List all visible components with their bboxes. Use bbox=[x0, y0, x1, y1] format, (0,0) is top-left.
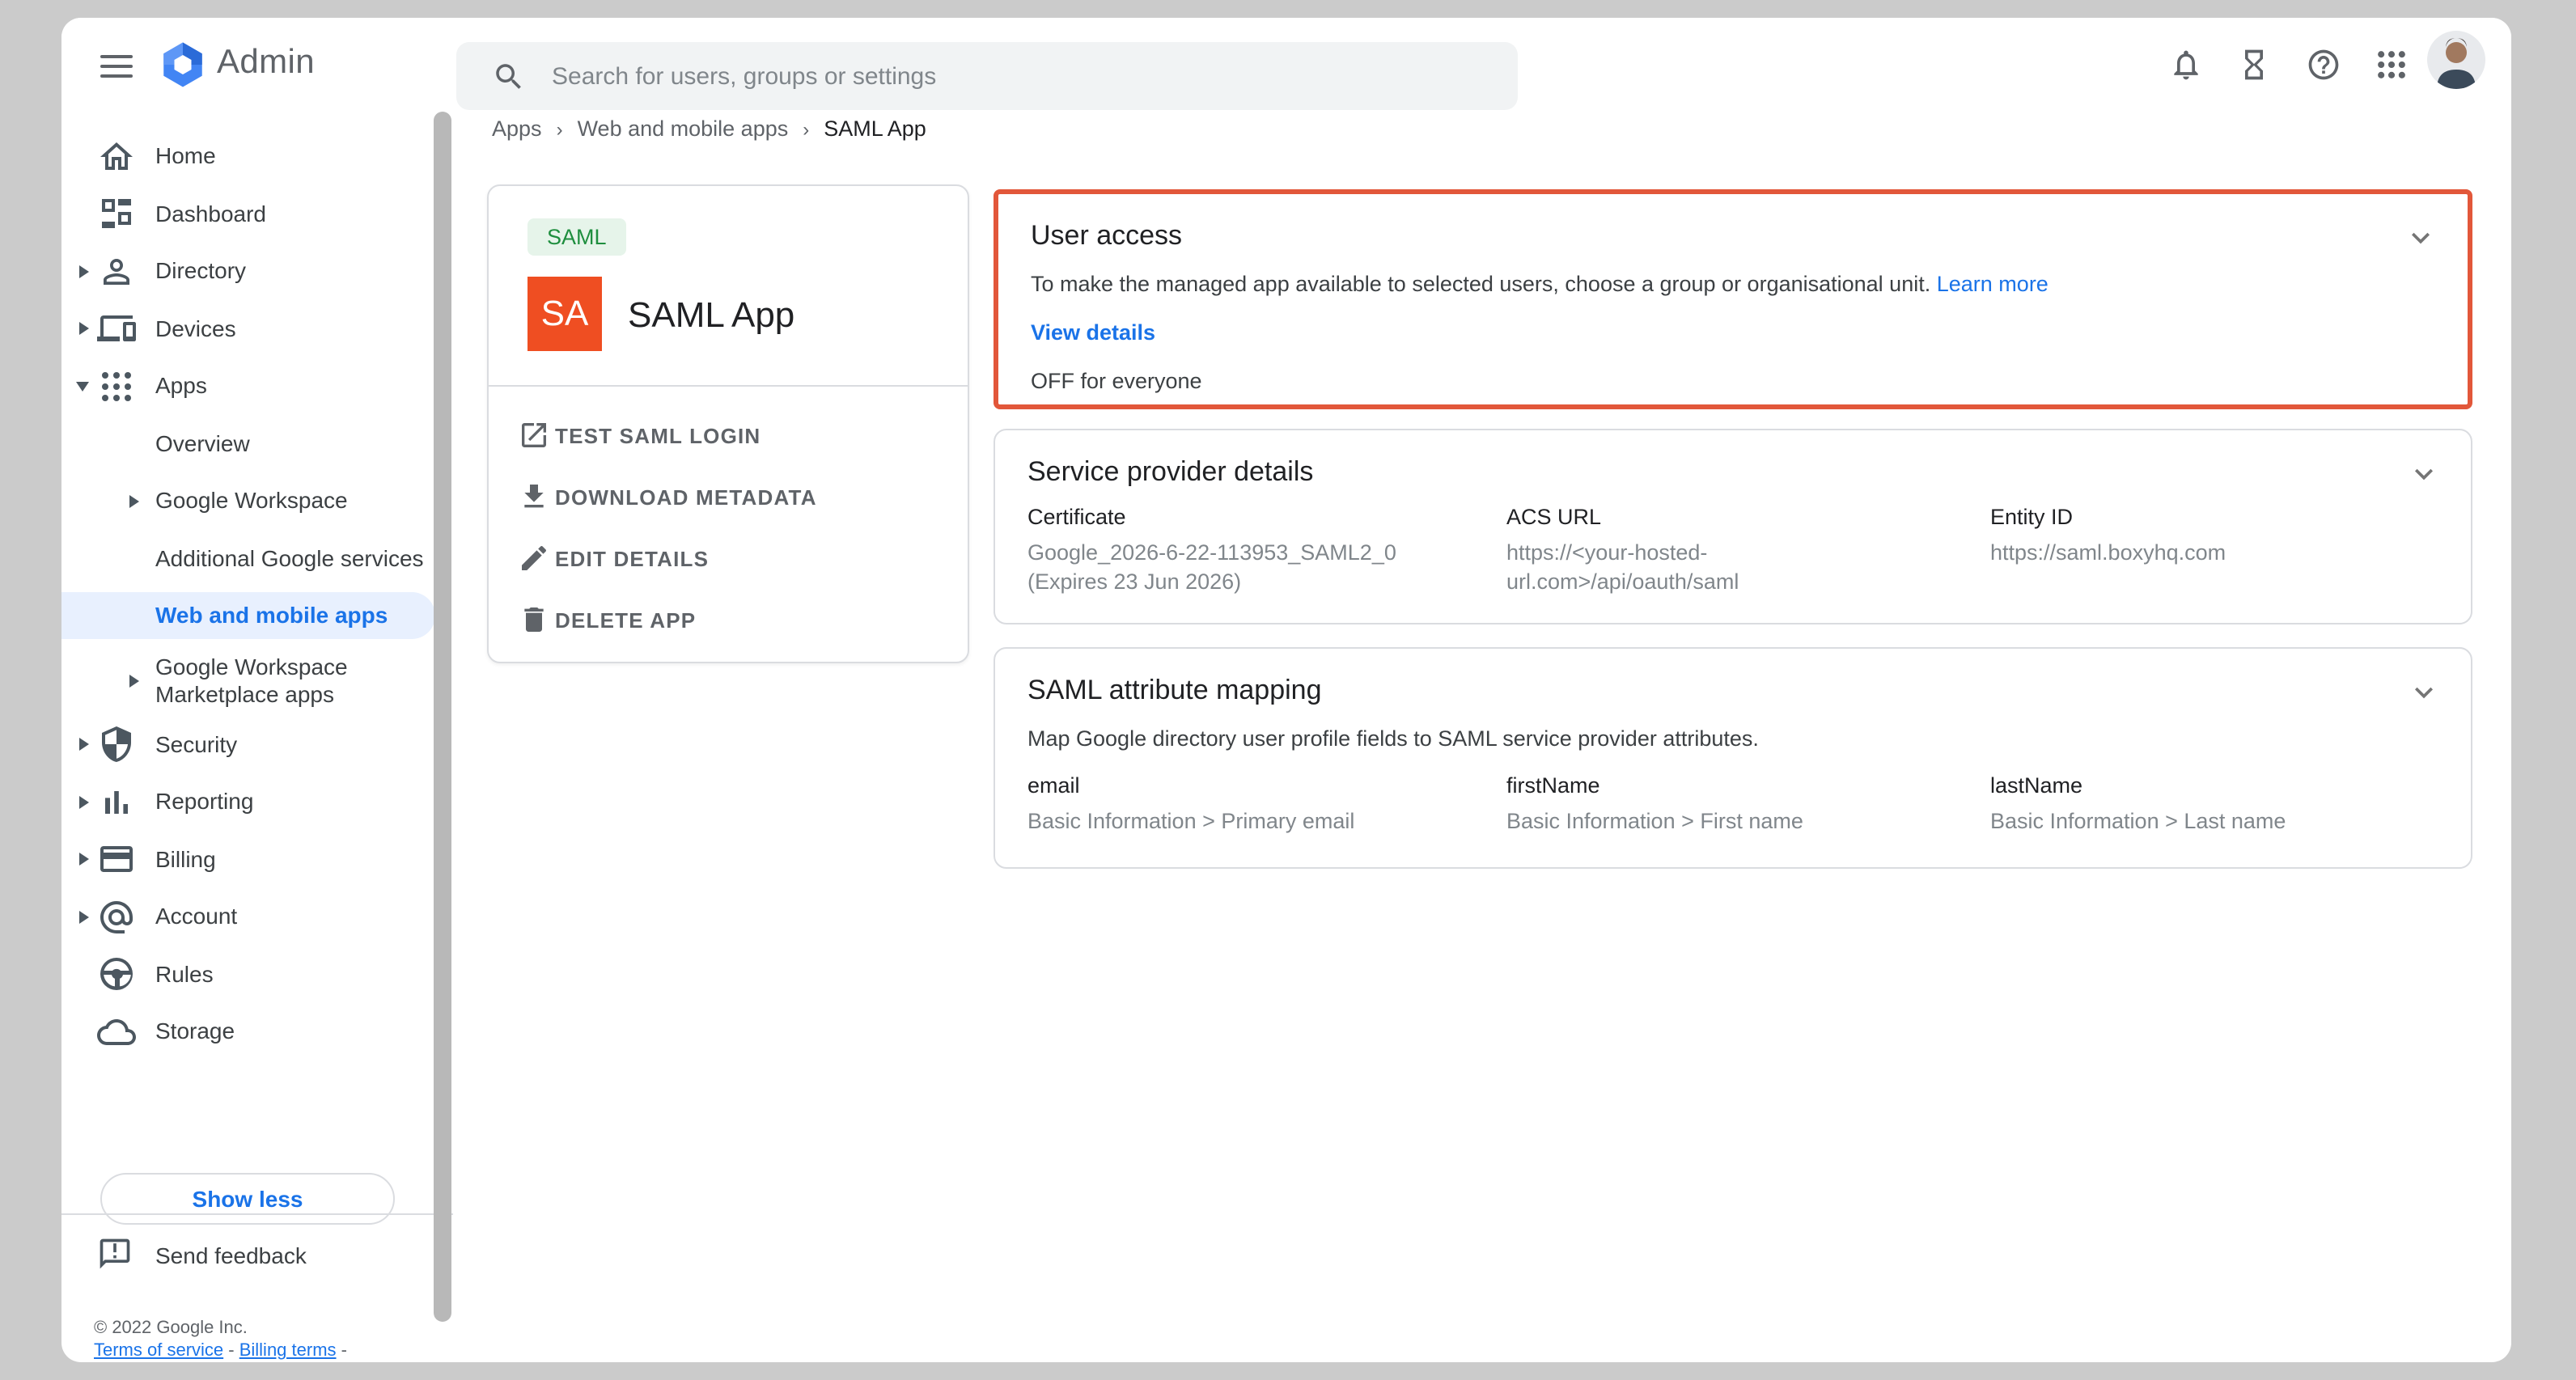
copyright-text: © 2022 Google Inc. bbox=[94, 1319, 248, 1338]
menu-icon[interactable] bbox=[100, 49, 133, 81]
user-access-card: User access To make the managed app avai… bbox=[994, 189, 2472, 409]
sidebar-item-rules[interactable]: Rules bbox=[61, 946, 453, 1003]
sidebar-item-reporting[interactable]: Reporting bbox=[61, 773, 453, 831]
app-title: SAML App bbox=[628, 294, 794, 337]
storage-cloud-icon bbox=[97, 1013, 136, 1052]
user-access-title: User access bbox=[998, 194, 2468, 252]
expand-down-icon[interactable] bbox=[76, 382, 89, 392]
expand-right-icon[interactable] bbox=[79, 911, 89, 924]
billing-terms-link[interactable]: Billing terms bbox=[239, 1341, 337, 1361]
terms-of-service-link[interactable]: Terms of service bbox=[94, 1341, 223, 1361]
app-info-card: SAML SA SAML App TEST SAML LOGIN DOWNLOA… bbox=[487, 184, 969, 663]
search-icon bbox=[492, 59, 526, 93]
rules-steering-wheel-icon bbox=[97, 955, 136, 994]
directory-person-icon bbox=[97, 252, 136, 291]
card-divider bbox=[489, 385, 968, 387]
feedback-icon bbox=[97, 1236, 136, 1275]
sidebar-item-dashboard[interactable]: Dashboard bbox=[61, 185, 453, 243]
sidebar-item-overview[interactable]: Overview bbox=[61, 415, 453, 472]
sidebar-item-account[interactable]: Account bbox=[61, 888, 453, 946]
sidebar-item-storage[interactable]: Storage bbox=[61, 1003, 453, 1060]
expand-right-icon[interactable] bbox=[79, 739, 89, 751]
apps-grid-icon bbox=[97, 367, 136, 406]
test-saml-login-button[interactable]: TEST SAML LOGIN bbox=[489, 404, 968, 466]
attribute-mapping-title: SAML attribute mapping bbox=[995, 649, 2471, 707]
open-in-new-icon bbox=[518, 419, 550, 451]
service-provider-title: Service provider details bbox=[995, 430, 2471, 489]
pending-tasks-hourglass-icon[interactable] bbox=[2230, 40, 2278, 89]
home-icon bbox=[97, 138, 136, 176]
expand-right-icon[interactable] bbox=[79, 853, 89, 866]
sidebar-divider bbox=[61, 1213, 453, 1215]
firstname-mapping-field: firstName Basic Information > First name bbox=[1506, 773, 1990, 836]
sidebar-item-apps[interactable]: Apps bbox=[61, 358, 453, 415]
email-mapping-field: email Basic Information > Primary email bbox=[1027, 773, 1506, 836]
help-icon[interactable] bbox=[2299, 40, 2348, 89]
user-avatar[interactable] bbox=[2427, 31, 2485, 89]
entity-id-field: Entity ID https://saml.boxyhq.com bbox=[1990, 505, 2438, 597]
download-icon bbox=[518, 480, 550, 513]
sidebar-item-security[interactable]: Security bbox=[61, 716, 453, 773]
lastname-mapping-field: lastName Basic Information > Last name bbox=[1990, 773, 2438, 836]
pencil-icon bbox=[518, 542, 550, 574]
user-access-description: To make the managed app available to sel… bbox=[998, 252, 2468, 296]
user-access-status: OFF for everyone bbox=[998, 345, 2468, 393]
delete-app-button[interactable]: DELETE APP bbox=[489, 589, 968, 650]
sidebar-scrollbar[interactable] bbox=[434, 112, 451, 1322]
sidebar-item-home[interactable]: Home bbox=[61, 128, 453, 185]
sidebar-item-devices[interactable]: Devices bbox=[61, 300, 453, 358]
admin-console-window: Admin bbox=[61, 18, 2511, 1362]
sidebar-item-google-workspace[interactable]: Google Workspace bbox=[61, 472, 453, 530]
security-shield-icon bbox=[97, 726, 136, 764]
saml-badge: SAML bbox=[527, 218, 626, 256]
chevron-down-icon[interactable] bbox=[2406, 675, 2442, 710]
attribute-mapping-card: SAML attribute mapping Map Google direct… bbox=[994, 647, 2472, 869]
trash-icon bbox=[518, 603, 550, 636]
expand-right-icon[interactable] bbox=[79, 796, 89, 809]
legal-links: Terms of service - Billing terms - bbox=[94, 1341, 347, 1361]
sidebar-item-directory[interactable]: Directory bbox=[61, 243, 453, 300]
expand-right-icon[interactable] bbox=[79, 323, 89, 336]
reporting-bar-chart-icon bbox=[97, 783, 136, 822]
service-provider-card: Service provider details Certificate Goo… bbox=[994, 429, 2472, 624]
sidebar-item-billing[interactable]: Billing bbox=[61, 831, 453, 888]
learn-more-link[interactable]: Learn more bbox=[1937, 272, 2049, 296]
acs-url-field: ACS URL https://<your-hosted- url.com>/a… bbox=[1506, 505, 1990, 597]
chevron-down-icon[interactable] bbox=[2406, 456, 2442, 492]
attribute-mapping-description: Map Google directory user profile fields… bbox=[995, 707, 2471, 751]
account-at-icon bbox=[97, 898, 136, 937]
show-less-button[interactable]: Show less bbox=[100, 1173, 395, 1225]
send-feedback-button[interactable]: Send feedback bbox=[61, 1228, 453, 1283]
breadcrumb: Apps › Web and mobile apps › SAML App bbox=[492, 116, 926, 141]
breadcrumb-apps[interactable]: Apps bbox=[492, 116, 542, 141]
expand-right-icon[interactable] bbox=[129, 495, 139, 508]
notifications-bell-icon[interactable] bbox=[2162, 40, 2210, 89]
sidebar-item-additional-google-services[interactable]: Additional Google services bbox=[61, 530, 453, 587]
expand-right-icon[interactable] bbox=[79, 265, 89, 278]
chevron-down-icon[interactable] bbox=[2403, 220, 2438, 256]
google-apps-grid-icon[interactable] bbox=[2367, 40, 2416, 89]
search-input[interactable] bbox=[549, 61, 1396, 91]
search-bar[interactable] bbox=[456, 42, 1518, 110]
devices-icon bbox=[97, 310, 136, 349]
billing-credit-card-icon bbox=[97, 840, 136, 879]
page: Admin bbox=[0, 0, 2576, 1380]
chevron-right-icon: › bbox=[557, 117, 563, 140]
download-metadata-button[interactable]: DOWNLOAD METADATA bbox=[489, 466, 968, 527]
chevron-right-icon: › bbox=[803, 117, 809, 140]
sidebar-item-web-and-mobile-apps[interactable]: Web and mobile apps bbox=[61, 587, 453, 645]
breadcrumb-web-and-mobile-apps[interactable]: Web and mobile apps bbox=[578, 116, 789, 141]
expand-right-icon[interactable] bbox=[129, 674, 139, 687]
top-bar: Admin bbox=[61, 18, 2511, 112]
product-title: Admin bbox=[217, 44, 315, 83]
view-details-link[interactable]: View details bbox=[998, 296, 2468, 345]
edit-details-button[interactable]: EDIT DETAILS bbox=[489, 527, 968, 589]
google-admin-logo bbox=[159, 39, 207, 91]
breadcrumb-current: SAML App bbox=[824, 116, 926, 141]
sidebar-nav: Home Dashboard Directory Devices Apps bbox=[61, 112, 453, 1362]
sidebar-item-gw-marketplace-apps[interactable]: Google Workspace Marketplace apps bbox=[61, 645, 453, 716]
dashboard-icon bbox=[97, 195, 136, 234]
certificate-field: Certificate Google_2026-6-22-113953_SAML… bbox=[1027, 505, 1506, 597]
app-avatar-tile: SA bbox=[527, 277, 602, 351]
